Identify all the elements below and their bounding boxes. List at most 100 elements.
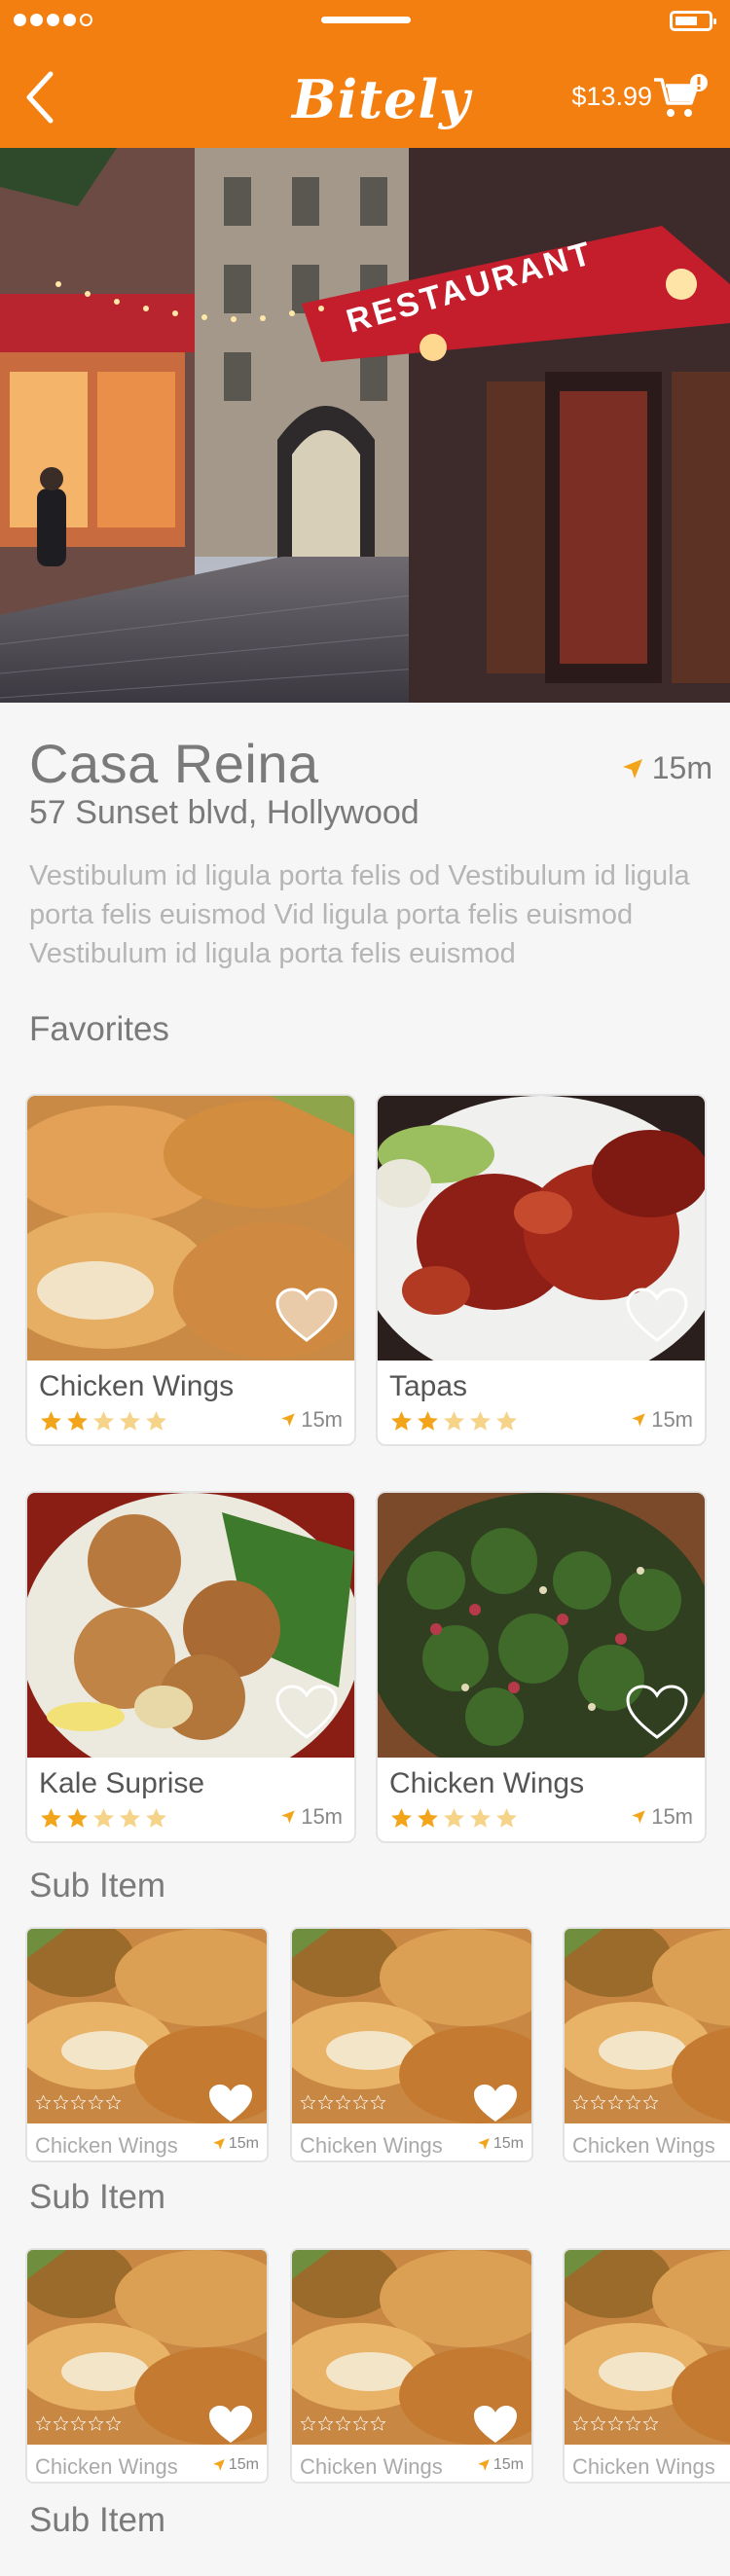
location-arrow-icon bbox=[281, 1810, 295, 1824]
restaurant-distance-value: 15m bbox=[651, 750, 712, 785]
star-icon bbox=[470, 1808, 491, 1828]
favorite-distance: 15m bbox=[631, 1804, 693, 1830]
cart-button[interactable] bbox=[652, 72, 709, 121]
star-icon bbox=[352, 2094, 369, 2110]
star-rating bbox=[39, 1806, 168, 1831]
sub-item-title: Sub Item bbox=[29, 2501, 166, 2539]
star-rating bbox=[572, 2094, 659, 2111]
heart-icon bbox=[209, 2085, 252, 2122]
heart-icon bbox=[275, 1685, 338, 1739]
sub-item-card[interactable]: Chicken Wings 15m bbox=[290, 1927, 533, 2162]
sub-item-card[interactable]: Chicken Wings15m bbox=[25, 2248, 269, 2484]
star-icon bbox=[418, 1808, 438, 1828]
sub-item-distance: 15m bbox=[212, 2135, 259, 2153]
favorite-card[interactable]: Tapas 15m bbox=[376, 1094, 707, 1446]
star-icon bbox=[370, 2094, 386, 2110]
star-icon bbox=[370, 2415, 386, 2431]
sub-item-name: Chicken Wings bbox=[572, 2454, 715, 2479]
star-icon bbox=[146, 1411, 166, 1431]
favorite-heart-button[interactable] bbox=[206, 2404, 255, 2445]
star-icon bbox=[317, 2415, 334, 2431]
star-icon bbox=[642, 2094, 659, 2110]
restaurant-name: Casa Reina bbox=[29, 733, 319, 794]
star-icon bbox=[93, 1411, 114, 1431]
chevron-left-icon bbox=[26, 71, 54, 124]
app-logo: Bitely bbox=[292, 68, 471, 130]
star-icon bbox=[335, 2415, 351, 2431]
favorite-heart-button[interactable] bbox=[625, 1684, 689, 1742]
sub-item-distance-value: 15m bbox=[228, 2135, 259, 2152]
sub-item-card[interactable]: Chicken Wings15m bbox=[290, 2248, 533, 2484]
star-icon bbox=[625, 2415, 641, 2431]
star-icon bbox=[391, 1411, 412, 1431]
star-rating bbox=[572, 2415, 659, 2432]
star-icon bbox=[70, 2094, 87, 2110]
star-icon bbox=[88, 2094, 104, 2110]
sub-item-card[interactable]: Chicken Wings 15m bbox=[25, 1927, 269, 2162]
star-icon bbox=[70, 2415, 87, 2431]
location-arrow-icon bbox=[281, 1413, 295, 1427]
favorite-distance: 15m bbox=[280, 1804, 343, 1830]
star-icon bbox=[53, 2094, 69, 2110]
sub-item-distance: 15m bbox=[477, 2456, 524, 2474]
restaurant-distance: 15m bbox=[621, 750, 712, 786]
signal-icon bbox=[14, 14, 92, 26]
favorite-card[interactable]: Chicken Wings 15m bbox=[376, 1491, 707, 1843]
favorite-heart-button[interactable] bbox=[471, 2083, 520, 2123]
star-rating bbox=[300, 2415, 386, 2432]
star-icon bbox=[300, 2094, 316, 2110]
favorite-heart-button[interactable] bbox=[274, 1684, 339, 1742]
back-button[interactable] bbox=[21, 68, 60, 127]
restaurant-address: 57 Sunset blvd, Hollywood bbox=[29, 794, 420, 831]
star-icon bbox=[53, 2415, 69, 2431]
favorite-distance: 15m bbox=[631, 1407, 693, 1433]
battery-icon bbox=[670, 11, 716, 31]
star-icon bbox=[105, 2094, 122, 2110]
star-rating bbox=[389, 1409, 519, 1433]
star-icon bbox=[88, 2415, 104, 2431]
favorite-name: Tapas bbox=[389, 1370, 468, 1402]
cart-total[interactable]: $13.99 bbox=[571, 82, 652, 112]
favorite-heart-button[interactable] bbox=[274, 1287, 339, 1345]
sub-item-name: Chicken Wings bbox=[35, 2133, 178, 2158]
star-icon bbox=[335, 2094, 351, 2110]
sub-item-title: Sub Item bbox=[29, 1867, 166, 1905]
favorite-heart-button[interactable] bbox=[206, 2083, 255, 2123]
star-icon bbox=[93, 1808, 114, 1828]
shopping-cart-icon bbox=[654, 74, 708, 117]
heart-icon bbox=[474, 2406, 517, 2443]
star-icon bbox=[590, 2415, 606, 2431]
star-icon bbox=[470, 1411, 491, 1431]
star-icon bbox=[317, 2094, 334, 2110]
restaurant-detail-screen: Bitely $13.99 RESTAURANT Casa Reina 57 S… bbox=[0, 0, 730, 2576]
star-icon bbox=[607, 2094, 624, 2110]
star-icon bbox=[105, 2415, 122, 2431]
sub-item-name: Chicken Wings bbox=[300, 2133, 443, 2158]
star-icon bbox=[35, 2415, 52, 2431]
location-arrow-icon bbox=[622, 758, 642, 779]
favorite-heart-button[interactable] bbox=[471, 2404, 520, 2445]
sub-item-distance-value: 15m bbox=[228, 2456, 259, 2473]
location-arrow-icon bbox=[478, 2459, 490, 2471]
favorite-name: Chicken Wings bbox=[39, 1370, 235, 1402]
star-icon bbox=[67, 1411, 88, 1431]
sub-item-card[interactable]: Chicken Wings15m bbox=[563, 2248, 730, 2484]
sub-item-card[interactable]: Chicken Wings15m bbox=[563, 1927, 730, 2162]
star-icon bbox=[572, 2094, 589, 2110]
star-icon bbox=[607, 2415, 624, 2431]
sub-item-distance: 15m bbox=[477, 2135, 524, 2153]
favorite-card[interactable]: Chicken Wings 15m bbox=[25, 1094, 356, 1446]
favorite-name: Chicken Wings bbox=[389, 1767, 585, 1799]
star-icon bbox=[41, 1808, 61, 1828]
star-icon bbox=[300, 2415, 316, 2431]
location-arrow-icon bbox=[213, 2138, 225, 2150]
star-icon bbox=[352, 2415, 369, 2431]
sub-item-distance-value: 15m bbox=[493, 2456, 524, 2473]
location-arrow-icon bbox=[632, 1810, 645, 1824]
favorite-card[interactable]: Kale Suprise 15m bbox=[25, 1491, 356, 1843]
star-icon bbox=[120, 1411, 140, 1431]
star-icon bbox=[391, 1808, 412, 1828]
restaurant-description: Vestibulum id ligula porta felis od Vest… bbox=[29, 860, 690, 969]
star-icon bbox=[444, 1411, 464, 1431]
favorite-heart-button[interactable] bbox=[625, 1287, 689, 1345]
